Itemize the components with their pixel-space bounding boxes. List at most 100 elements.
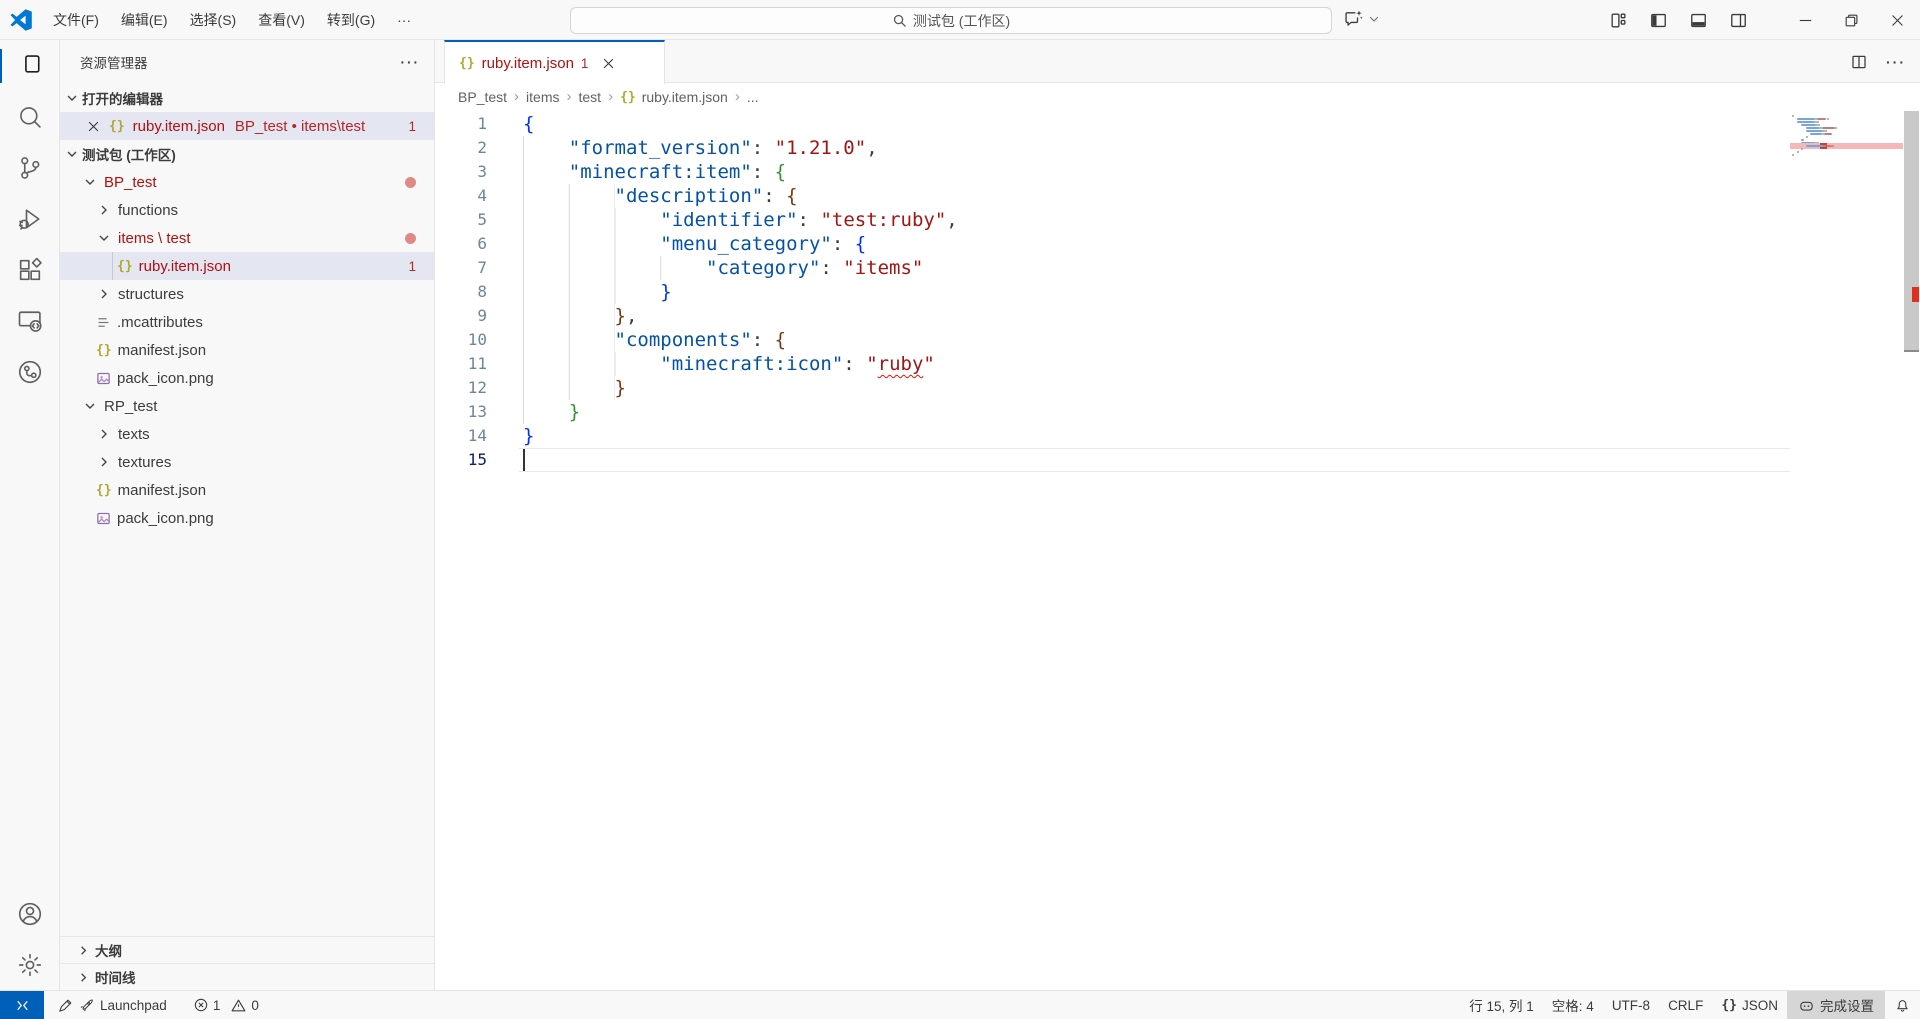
menu-item-1[interactable]: 编辑(E) <box>110 5 179 35</box>
code-line-7[interactable]: 7"category": "items" <box>435 256 1790 280</box>
activity-remote-explorer-icon[interactable] <box>0 296 60 346</box>
tree-item-manifest.json[interactable]: {}manifest.json <box>60 476 434 504</box>
line-number: 4 <box>435 184 487 208</box>
workspace-section[interactable]: 测试包 (工作区) <box>60 140 434 168</box>
copilot-menu[interactable] <box>1343 8 1380 29</box>
remote-indicator[interactable] <box>0 991 44 1019</box>
tree-item-ruby.item.json[interactable]: {}ruby.item.json1 <box>60 252 434 280</box>
launchpad-status-item[interactable]: Launchpad <box>48 991 176 1019</box>
activity-explorer-icon[interactable] <box>0 41 60 91</box>
tree-item-.mcattributes[interactable]: .mcattributes <box>60 308 434 336</box>
breadcrumb-item[interactable]: items <box>526 89 559 105</box>
code-line-4[interactable]: 4"description": { <box>435 184 1790 208</box>
token: ruby <box>878 352 924 376</box>
menu-item-4[interactable]: 转到(G) <box>316 5 386 35</box>
tree-item-pack_icon.png[interactable]: pack_icon.png <box>60 504 434 532</box>
activity-source-control-icon[interactable] <box>0 143 60 193</box>
token: "category" <box>706 256 820 280</box>
activity-run-debug-icon[interactable] <box>0 194 60 244</box>
finish-setup-status[interactable]: 完成设置 <box>1787 991 1885 1019</box>
encoding-status[interactable]: UTF-8 <box>1603 991 1659 1019</box>
breadcrumb-item[interactable]: test <box>578 89 601 105</box>
code-line-10[interactable]: 10"components": { <box>435 328 1790 352</box>
tree-item-texts[interactable]: texts <box>60 420 434 448</box>
explorer-more-actions-icon[interactable]: ··· <box>401 55 421 70</box>
code-line-6[interactable]: 6"menu_category": { <box>435 232 1790 256</box>
editor-more-actions-icon[interactable]: ··· <box>1886 54 1906 70</box>
activity-search-icon[interactable] <box>0 92 60 142</box>
activity-extensions-icon[interactable] <box>0 245 60 295</box>
scrollbar-slider[interactable] <box>1904 111 1919 352</box>
code-editor[interactable]: 1{2"format_version": "1.21.0",3"minecraf… <box>435 111 1920 990</box>
menu-item-2[interactable]: 选择(S) <box>179 5 248 35</box>
activity-account-icon[interactable] <box>0 889 60 939</box>
activity-pull-requests-icon[interactable] <box>0 347 60 397</box>
customize-layout-icon[interactable] <box>1598 0 1638 40</box>
breadcrumb-item[interactable]: ruby.item.json <box>642 89 728 105</box>
eol-status[interactable]: CRLF <box>1659 991 1712 1019</box>
title-bar: 文件(F)编辑(E)选择(S)查看(V)转到(G)··· 测试包 (工作区) <box>0 0 1920 40</box>
open-editor-item[interactable]: {} ruby.item.json BP_test • items\test 1 <box>60 112 434 140</box>
tree-item-pack_icon.png[interactable]: pack_icon.png <box>60 364 434 392</box>
menu-item-0[interactable]: 文件(F) <box>42 5 110 35</box>
tab-ruby-item-json[interactable]: {} ruby.item.json 1 <box>444 40 665 84</box>
code-line-13[interactable]: 13} <box>435 400 1790 424</box>
chevron-right-icon <box>96 426 112 442</box>
tree-item-functions[interactable]: functions <box>60 196 434 224</box>
indentation-status[interactable]: 空格: 4 <box>1543 991 1603 1019</box>
code-line-2[interactable]: 2"format_version": "1.21.0", <box>435 136 1790 160</box>
open-editors-section[interactable]: 打开的编辑器 <box>60 84 434 112</box>
vertical-scrollbar[interactable] <box>1903 111 1920 990</box>
breadcrumb-item[interactable]: ... <box>747 89 759 105</box>
toggle-primary-sidebar-icon[interactable] <box>1638 0 1678 40</box>
toggle-panel-icon[interactable] <box>1678 0 1718 40</box>
tree-item-label: RP_test <box>104 398 157 415</box>
outline-section[interactable]: 大纲 <box>60 936 434 963</box>
code-line-5[interactable]: 5"identifier": "test:ruby", <box>435 208 1790 232</box>
tree-item-textures[interactable]: textures <box>60 448 434 476</box>
activity-settings-icon[interactable] <box>0 940 60 990</box>
tree-item-manifest.json[interactable]: {}manifest.json <box>60 336 434 364</box>
token: : <box>763 184 786 208</box>
chevron-down-icon <box>1368 13 1380 25</box>
warning-icon <box>230 997 247 1014</box>
image-file-icon <box>96 511 111 526</box>
timeline-section[interactable]: 时间线 <box>60 963 434 990</box>
menu-item-3[interactable]: 查看(V) <box>247 5 316 35</box>
tree-item-items-test[interactable]: items \ test <box>60 224 434 252</box>
breadcrumb-item[interactable]: BP_test <box>458 89 507 105</box>
line-number: 12 <box>435 376 487 400</box>
split-editor-icon[interactable] <box>1850 53 1868 71</box>
tree-item-RP_test[interactable]: RP_test <box>60 392 434 420</box>
command-center-search[interactable]: 测试包 (工作区) <box>570 7 1332 34</box>
code-line-15[interactable]: 15 <box>435 448 1790 472</box>
restore-button[interactable] <box>1828 0 1874 40</box>
notifications-bell[interactable] <box>1885 991 1920 1019</box>
tree-item-structures[interactable]: structures <box>60 280 434 308</box>
toggle-secondary-sidebar-icon[interactable] <box>1718 0 1758 40</box>
language-mode-status[interactable]: {} JSON <box>1712 991 1787 1019</box>
minimap[interactable] <box>1790 111 1903 990</box>
code-line-14[interactable]: 14} <box>435 424 1790 448</box>
token: { <box>775 160 786 184</box>
code-line-3[interactable]: 3"minecraft:item": { <box>435 160 1790 184</box>
minimize-button[interactable] <box>1782 0 1828 40</box>
chevron-right-icon <box>96 202 112 218</box>
code-line-1[interactable]: 1{ <box>435 112 1790 136</box>
tree-item-BP_test[interactable]: BP_test <box>60 168 434 196</box>
problems-status-item[interactable]: 1 0 <box>184 991 268 1019</box>
code-line-11[interactable]: 11"minecraft:icon": "ruby" <box>435 352 1790 376</box>
close-tab-icon[interactable] <box>601 56 616 71</box>
menu-item-more[interactable]: ··· <box>386 7 422 33</box>
close-window-button[interactable] <box>1874 0 1920 40</box>
cursor-position-status[interactable]: 行 15, 列 1 <box>1460 991 1543 1019</box>
token: "components" <box>615 328 752 352</box>
json-file-icon: {} <box>109 119 125 134</box>
close-icon[interactable] <box>86 119 101 134</box>
code-line-8[interactable]: 8} <box>435 280 1790 304</box>
indent-guides <box>523 184 615 208</box>
token: } <box>523 424 534 448</box>
code-line-9[interactable]: 9}, <box>435 304 1790 328</box>
explorer-sidebar: 资源管理器 ··· 打开的编辑器 {} ruby.item.json BP_te… <box>60 40 435 990</box>
code-line-12[interactable]: 12} <box>435 376 1790 400</box>
